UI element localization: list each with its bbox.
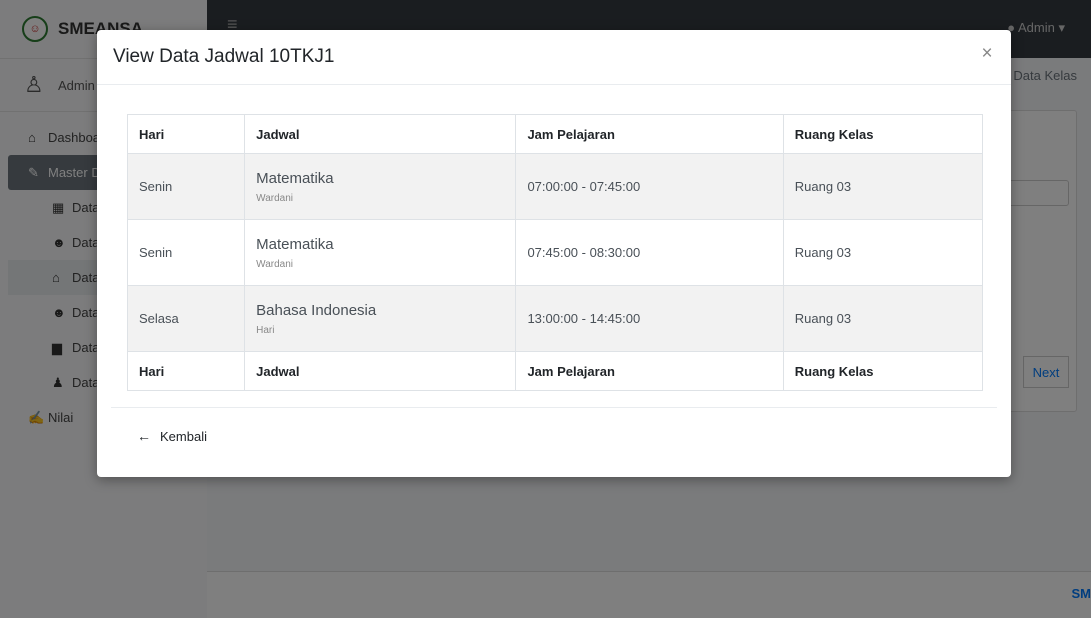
table-header-row: Hari Jadwal Jam Pelajaran Ruang Kelas [126,114,984,154]
teacher-name: Wardani [256,192,293,204]
schedule-table: Hari Jadwal Jam Pelajaran Ruang Kelas Se… [126,114,984,391]
cell-jam: 07:45:00 - 08:30:00 [515,219,784,286]
cell-hari: Senin [126,153,246,220]
cell-ruang: Ruang 03 [782,219,984,286]
modal-header: View Data Jadwal 10TKJ1 × [97,30,1011,85]
table-row: Selasa Bahasa Indonesia Hari 13:00:00 - … [126,285,984,352]
cell-hari: Selasa [126,285,246,352]
cell-ruang: Ruang 03 [782,285,984,352]
table-footer-row: Hari Jadwal Jam Pelajaran Ruang Kelas [126,351,984,391]
subject-name: Matematika [256,235,334,253]
table-row: Senin Matematika Wardani 07:00:00 - 07:4… [126,153,984,220]
close-icon[interactable]: × [977,44,997,64]
cell-jadwal: Matematika Wardani [244,219,517,286]
column-footer-hari: Hari [126,351,246,391]
modal-divider [111,407,997,408]
column-header-jadwal: Jadwal [244,114,517,154]
column-footer-ruang: Ruang Kelas [782,351,984,391]
teacher-name: Hari [256,324,275,336]
view-schedule-modal: View Data Jadwal 10TKJ1 × Hari Jadwal Ja… [97,30,1011,477]
cell-jam: 07:00:00 - 07:45:00 [515,153,784,220]
modal-title: View Data Jadwal 10TKJ1 [113,46,335,67]
cell-jadwal: Bahasa Indonesia Hari [244,285,517,352]
schedule-table-wrapper: Hari Jadwal Jam Pelajaran Ruang Kelas Se… [126,114,984,391]
subject-name: Matematika [256,169,334,187]
column-footer-jadwal: Jadwal [244,351,517,391]
back-button-label: Kembali [160,428,207,444]
cell-jadwal: Matematika Wardani [244,153,517,220]
cell-ruang: Ruang 03 [782,153,984,220]
cell-jam: 13:00:00 - 14:45:00 [515,285,784,352]
table-row: Senin Matematika Wardani 07:45:00 - 08:3… [126,219,984,286]
column-header-jam: Jam Pelajaran [515,114,784,154]
teacher-name: Wardani [256,258,293,270]
subject-name: Bahasa Indonesia [256,301,377,319]
back-button[interactable]: ← Kembali [137,428,207,444]
cell-hari: Senin [126,219,246,286]
column-header-ruang: Ruang Kelas [782,114,984,154]
column-footer-jam: Jam Pelajaran [515,351,784,391]
arrow-left-icon: ← [137,428,151,444]
column-header-hari: Hari [126,114,246,154]
